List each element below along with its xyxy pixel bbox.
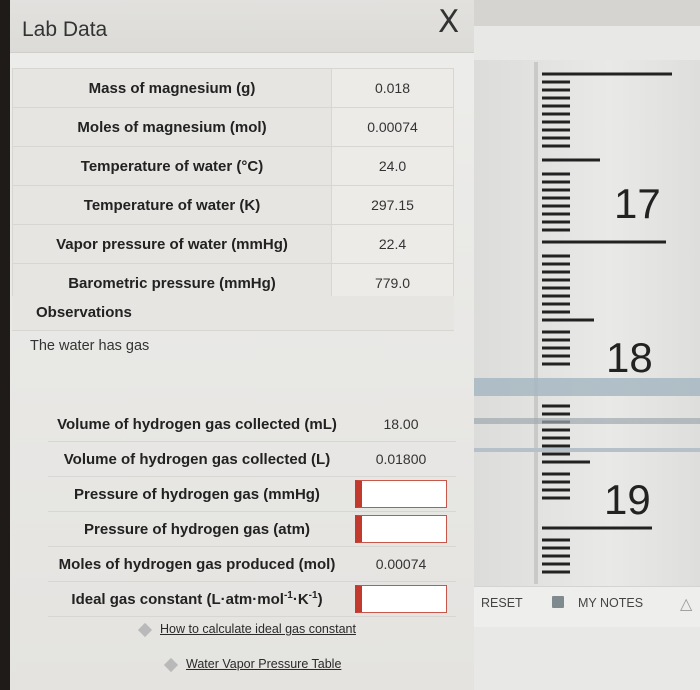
gas-constant-sup1: -1 (283, 590, 293, 601)
table-row: Pressure of hydrogen gas (mmHg) (48, 476, 456, 512)
row-label: Temperature of water (K) (12, 185, 332, 225)
table-row: Temperature of water (°C) 24.0 (12, 146, 454, 186)
burette-wall (534, 62, 538, 584)
table-row: Volume of hydrogen gas collected (mL) 18… (48, 407, 456, 442)
gas-constant-label: Ideal gas constant (L·atm·mol (71, 591, 284, 608)
pressure-mmhg-input[interactable] (355, 480, 447, 508)
row-value: 0.018 (331, 68, 454, 108)
table-row: Pressure of hydrogen gas (atm) (48, 511, 456, 547)
table-row: Vapor pressure of water (mmHg) 22.4 (12, 224, 454, 264)
row-value: 18.00 (346, 407, 456, 442)
row-value: 0.00074 (346, 546, 456, 582)
water-line-lower (474, 448, 700, 452)
row-value: 22.4 (331, 224, 454, 264)
row-label: Ideal gas constant (L·atm·mol-1·K-1) (48, 581, 346, 617)
row-label: Moles of magnesium (mol) (12, 107, 332, 147)
row-label: Pressure of hydrogen gas (mmHg) (48, 476, 346, 512)
diamond-icon (163, 657, 179, 672)
close-icon[interactable]: X (438, 4, 459, 40)
row-value: 24.0 (331, 146, 454, 186)
ideal-gas-link-text: How to calculate ideal gas constant (160, 622, 356, 636)
pressure-atm-input[interactable] (355, 515, 447, 543)
notes-icon[interactable] (552, 596, 564, 608)
water-meniscus (474, 378, 700, 396)
row-value: 0.00074 (331, 107, 454, 147)
gas-constant-input[interactable] (355, 585, 447, 613)
observations-label: Observations (36, 304, 132, 321)
my-notes-button[interactable]: MY NOTES (578, 596, 643, 610)
observations-text[interactable]: The water has gas (30, 338, 149, 354)
row-label: Volume of hydrogen gas collected (mL) (48, 407, 346, 442)
panel-title: Lab Data (22, 18, 108, 41)
table-row: Moles of magnesium (mol) 0.00074 (12, 107, 454, 147)
row-label: Volume of hydrogen gas collected (L) (48, 441, 346, 477)
flask-icon[interactable]: △ (680, 594, 692, 614)
panel-header: Lab Data X (10, 0, 474, 53)
results-table: Volume of hydrogen gas collected (mL) 18… (48, 407, 456, 617)
row-label: Moles of hydrogen gas produced (mol) (48, 546, 346, 582)
vapor-table-link[interactable]: Water Vapor Pressure Table (163, 657, 342, 672)
table-row: Volume of hydrogen gas collected (L) 0.0… (48, 441, 456, 477)
table-row: Mass of magnesium (g) 0.018 (12, 68, 454, 108)
table-row: Ideal gas constant (L·atm·mol-1·K-1) (48, 581, 456, 617)
table-row: Temperature of water (K) 297.15 (12, 185, 454, 225)
simulation-top-bar (474, 0, 700, 26)
diamond-icon (137, 622, 153, 637)
water-line (474, 418, 700, 424)
row-label: Pressure of hydrogen gas (atm) (48, 511, 346, 547)
vapor-table-link-text: Water Vapor Pressure Table (186, 657, 342, 671)
gas-constant-sup2: -1 (308, 590, 318, 601)
burette-label-17: 17 (614, 180, 661, 227)
row-value: 0.01800 (346, 441, 456, 477)
row-value: 297.15 (331, 185, 454, 225)
observations-row: Observations (12, 296, 454, 331)
reset-button[interactable]: RESET (481, 596, 523, 610)
row-label: Temperature of water (°C) (12, 146, 332, 186)
gas-constant-end: ) (317, 591, 323, 608)
gas-constant-mid: ·K (292, 591, 309, 608)
ideal-gas-link[interactable]: How to calculate ideal gas constant (137, 622, 356, 637)
burette-label-19: 19 (604, 476, 651, 523)
lab-data-table: Mass of magnesium (g) 0.018 Moles of mag… (12, 68, 454, 303)
row-label: Vapor pressure of water (mmHg) (12, 224, 332, 264)
row-label: Mass of magnesium (g) (12, 68, 332, 108)
burette-label-18: 18 (606, 334, 653, 381)
table-row: Moles of hydrogen gas produced (mol) 0.0… (48, 546, 456, 582)
